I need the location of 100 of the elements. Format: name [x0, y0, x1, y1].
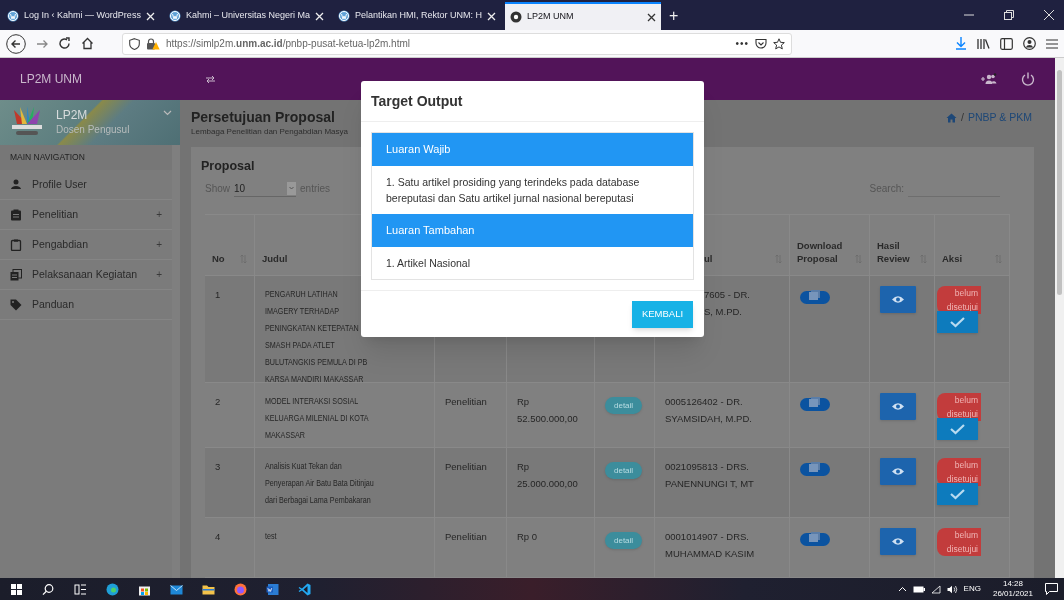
expand-toggle[interactable]: +	[156, 267, 162, 282]
status-badge: belum disetujui	[937, 286, 981, 314]
column-header[interactable]: Hasil Review	[877, 239, 917, 265]
tag-icon	[10, 298, 22, 311]
add-user-icon[interactable]	[981, 73, 997, 85]
column-header[interactable]: ul	[704, 252, 713, 265]
speaker-icon[interactable]	[946, 584, 958, 594]
lock-warning-icon[interactable]	[146, 37, 160, 50]
table-cell-text: 0001014907 - DRS. MUHAMMAD KASIM	[665, 530, 755, 561]
browser-tab[interactable]: Kahmi – Universitas Negeri Ma	[163, 2, 329, 30]
card-title: Proposal	[201, 158, 255, 175]
battery-icon[interactable]	[912, 585, 925, 593]
column-header[interactable]: No	[212, 252, 225, 265]
close-icon[interactable]	[647, 12, 656, 22]
clipboard-icon	[10, 208, 22, 221]
eye-button-icon[interactable]	[880, 528, 916, 555]
approve-checkmark-icon[interactable]	[937, 311, 978, 333]
bookmark-star-icon[interactable]	[773, 37, 785, 50]
restore-icon[interactable]	[1004, 10, 1014, 20]
column-header[interactable]: Judul	[262, 252, 288, 265]
power-icon[interactable]	[1021, 72, 1035, 86]
column-header[interactable]: Aksi	[942, 252, 963, 265]
approve-checkmark-icon[interactable]	[937, 483, 978, 505]
page-scrollbar[interactable]	[1055, 58, 1064, 578]
task-view-icon[interactable]	[74, 582, 87, 596]
word-icon[interactable]	[266, 582, 279, 596]
breadcrumb-separator: /	[961, 110, 964, 125]
code-editor-icon[interactable]	[298, 582, 311, 596]
table-cell-text: 0005126402 - DR. SYAMSIDAH, M.PD.	[665, 395, 752, 426]
chevron-down-icon	[287, 181, 296, 195]
app-logo-icon	[510, 11, 522, 23]
status-badge: belum disetujui	[937, 528, 981, 556]
start-icon[interactable]	[10, 582, 23, 596]
firefox-icon[interactable]	[234, 582, 247, 596]
sidebar-icon[interactable]	[1000, 37, 1013, 50]
breadcrumb-link[interactable]: PNBP & PKM	[968, 110, 1032, 126]
wordpress-icon	[168, 10, 181, 22]
page-size-select[interactable]: 10	[234, 180, 296, 197]
reload-icon[interactable]	[58, 37, 71, 50]
table-cell-text: MODEL INTERAKSI SOSIAL KELUARGA MILENIAL DI KOTA MAKASSAR	[265, 395, 369, 442]
library-icon[interactable]	[977, 37, 990, 50]
back-button[interactable]: KEMBALI	[632, 300, 693, 328]
address-bar[interactable]: https://simlp2m.unm.ac.id/pnbp-pusat-ketua-lp2m.html •••	[122, 32, 792, 55]
page-actions-button[interactable]: •••	[735, 36, 749, 51]
detail-button[interactable]: detail	[605, 532, 643, 549]
clipboard-icon	[10, 238, 22, 251]
pocket-icon[interactable]	[755, 37, 767, 50]
browser-tab[interactable]: Pelantikan HMI, Rektor UNM: H	[332, 2, 501, 30]
menu-icon[interactable]	[1046, 38, 1058, 49]
tab-title: Kahmi – Universitas Negeri Ma	[185, 9, 310, 23]
tab-title: Pelantikan HMI, Rektor UNM: H	[354, 9, 482, 23]
clock[interactable]: 14:28 26/01/2021	[992, 579, 1033, 599]
table-cell-text: Rp 25.000.000,00	[517, 460, 578, 491]
home-icon[interactable]	[81, 37, 94, 50]
browser-tab[interactable]: Log In ‹ Kahmi — WordPress	[2, 2, 160, 30]
eye-button-icon[interactable]	[880, 458, 916, 485]
user-name: LP2M	[56, 108, 89, 123]
table-cell-text: 3	[215, 460, 221, 474]
browser-tab[interactable]: LP2M UNM	[505, 2, 661, 30]
detail-button[interactable]: detail	[605, 397, 643, 414]
list-heading: Luaran Wajib	[372, 133, 693, 166]
detail-button[interactable]: detail	[605, 462, 643, 479]
table-cell-text: Penelitian	[445, 460, 487, 474]
new-tab-button[interactable]: +	[665, 2, 683, 30]
download-icon[interactable]	[955, 37, 967, 50]
chevron-up-icon[interactable]	[897, 586, 907, 592]
brand-name: LP2M UNM	[20, 71, 83, 88]
expand-toggle[interactable]: +	[156, 207, 162, 222]
pdf-download-icon[interactable]	[800, 397, 830, 411]
scrollbar-thumb[interactable]	[1057, 70, 1062, 295]
approve-checkmark-icon[interactable]	[937, 418, 978, 440]
notifications-icon[interactable]	[1045, 583, 1058, 595]
wordpress-icon	[7, 10, 19, 22]
wordpress-icon	[337, 10, 350, 22]
table-cell-text: 1	[215, 288, 221, 302]
chevron-down-icon[interactable]	[163, 110, 172, 116]
expand-toggle[interactable]: +	[156, 237, 162, 252]
forward-icon[interactable]	[36, 37, 48, 50]
browser-swirl-icon[interactable]	[106, 582, 119, 596]
search-icon[interactable]	[42, 582, 55, 596]
shield-icon[interactable]	[129, 37, 140, 50]
back-icon[interactable]	[6, 33, 26, 54]
sidebar-scrollbar[interactable]	[172, 145, 180, 578]
user-icon	[10, 178, 22, 191]
pdf-download-icon[interactable]	[800, 290, 830, 304]
eye-button-icon[interactable]	[880, 286, 916, 313]
wifi-icon[interactable]	[930, 584, 941, 594]
table-cell-text: Rp 0	[517, 530, 538, 544]
mail-icon[interactable]	[170, 582, 183, 596]
nav-item[interactable]: Penelitian +	[0, 200, 172, 230]
section-heading: MAIN NAVIGATION	[0, 145, 172, 170]
account-icon[interactable]	[1023, 37, 1036, 50]
pdf-download-icon[interactable]	[800, 532, 830, 546]
eye-button-icon[interactable]	[880, 393, 916, 420]
language-indicator[interactable]: ENG	[963, 583, 981, 595]
pdf-download-icon[interactable]	[800, 462, 830, 476]
column-header[interactable]: Download Proposal	[797, 239, 852, 265]
table-cell-text: 7605 - DR. S, M.PD.	[704, 288, 750, 319]
swap-arrows-icon[interactable]	[205, 74, 216, 84]
tab-title: Log In ‹ Kahmi — WordPress	[24, 9, 141, 23]
